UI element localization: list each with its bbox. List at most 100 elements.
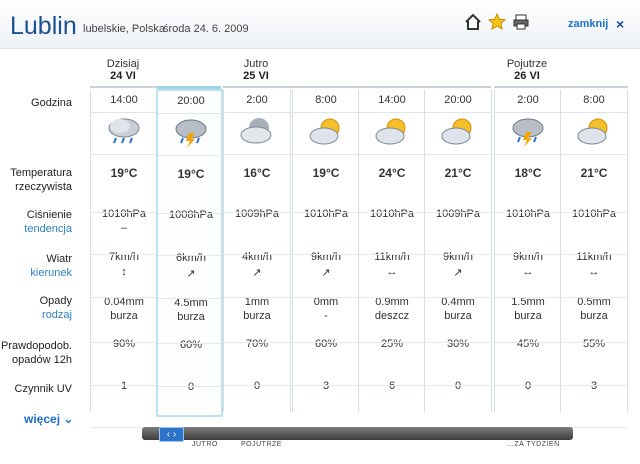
row-divider (495, 385, 561, 386)
slider-tick: POJUTRZE (241, 441, 282, 448)
row-divider (425, 212, 491, 213)
pressure-value: 1010hPa (303, 208, 349, 220)
day-header-tomorrow: Jutro 25 VI (223, 58, 289, 82)
precip-prob: 70% (245, 338, 269, 350)
day-name: Dzisiaj (106, 58, 140, 70)
weather-icon (173, 117, 209, 154)
thunderstorm-icon (512, 118, 544, 147)
weather-icon (308, 116, 344, 153)
uv-index: 0 (253, 380, 261, 392)
close-icon[interactable]: × (616, 16, 624, 32)
row-divider (561, 212, 627, 213)
day-divider (494, 86, 628, 88)
day-date: 26 VI (514, 70, 540, 82)
wind-direction-icon: ↔ (522, 266, 534, 278)
label-precip-line2: rodzaj (42, 309, 72, 321)
partly-sunny-icon (441, 118, 472, 145)
weather-icon (510, 116, 546, 153)
forecast-column[interactable]: 14:00 24°C 1010hPa 11km/h ↔ 0.9mm deszcz 25% 6 (358, 90, 426, 428)
row-divider (224, 297, 290, 298)
row-divider (359, 212, 425, 213)
wind-speed: 9km/h (443, 251, 473, 263)
label-prob: Prawdopodob. opadów 12h (0, 339, 72, 367)
more-label[interactable]: więcej (24, 412, 60, 426)
uv-index: 0 (524, 380, 532, 392)
row-divider (224, 154, 290, 155)
header: Lublin lubelskie, Polska środa 24. 6. 20… (0, 0, 640, 49)
row-divider (224, 385, 290, 386)
label-precip-line1: Opady (39, 295, 72, 307)
day-name: Pojutrze (506, 58, 548, 70)
day-date: 24 VI (110, 70, 136, 82)
weather-icon (106, 116, 142, 153)
row-divider (91, 212, 157, 213)
label-wind: Wiatr kierunek (0, 252, 72, 280)
time-cell: 20:00 (425, 90, 491, 113)
row-divider (91, 342, 157, 343)
star-icon[interactable] (487, 12, 507, 32)
row-divider (561, 297, 627, 298)
home-icon[interactable] (463, 12, 483, 32)
weather-icon (440, 116, 476, 153)
row-divider (293, 212, 359, 213)
temperature-cell: 16°C (243, 166, 271, 180)
precip-type: deszcz (374, 310, 410, 322)
forecast-column[interactable]: 8:00 21°C 1010hPa 11km/h ↔ 0.5mm burza 55% 3 (560, 90, 628, 428)
row-divider (293, 254, 359, 255)
label-temp: Temperatura rzeczywista (0, 166, 72, 194)
wind-direction-icon: ↔ (588, 266, 600, 278)
row-divider (158, 298, 221, 299)
partly-sunny-icon (375, 118, 406, 145)
forecast-column[interactable]: 2:00 18°C 1010hPa 9km/h ↔ 1.5mm burza 45% 0 (494, 90, 562, 428)
uv-index: 1 (120, 380, 128, 392)
forecast-column[interactable]: 2:00 16°C 1009hPa 4km/h ↗ 1mm burza 70% 0 (223, 90, 291, 428)
weather-icon (576, 116, 612, 153)
temperature-cell: 19°C (312, 166, 340, 180)
wind-speed: 7km/h (109, 251, 139, 263)
row-divider (158, 343, 221, 344)
row-divider (293, 154, 359, 155)
label-uv: Czynnik UV (14, 383, 72, 395)
row-divider (224, 212, 290, 213)
precip-prob: 25% (380, 338, 404, 350)
time-slider-track[interactable] (142, 427, 573, 440)
time-cell: 8:00 (561, 90, 627, 113)
uv-index: 3 (590, 380, 598, 392)
pressure-value: 1008hPa (168, 209, 214, 221)
region: lubelskie, Polska (83, 23, 165, 35)
uv-index: 3 (322, 380, 330, 392)
time-slider-handle[interactable]: ‹ › (159, 427, 184, 442)
forecast-column[interactable]: 20:00 19°C 1008hPa 6km/h ↗ 4.5mm burza 60% 0 (156, 89, 224, 429)
wind-direction-icon: ↗ (186, 268, 196, 280)
row-divider (425, 385, 491, 386)
weather-icon (374, 116, 410, 153)
row-divider (293, 297, 359, 298)
forecast-column[interactable]: 20:00 21°C 1009hPa 9km/h ↗ 0.4mm burza 30% 0 (424, 90, 492, 428)
temperature-cell: 19°C (110, 166, 138, 180)
wind-direction-icon: ↗ (453, 267, 463, 279)
day-header-today: Dzisiaj 24 VI (90, 58, 156, 82)
row-divider (425, 254, 491, 255)
label-prob-line1: Prawdopodob. (1, 340, 72, 352)
label-pressure-line2: tendencja (24, 223, 72, 235)
precip-type: burza (243, 310, 271, 322)
more-link[interactable]: więcej ⌄ (24, 412, 73, 426)
chevron-down-icon[interactable]: ⌄ (63, 412, 73, 426)
row-divider (158, 255, 221, 256)
wind-speed: 6km/h (176, 252, 206, 264)
row-divider (91, 254, 157, 255)
row-divider (293, 342, 359, 343)
precip-prob: 55% (582, 338, 606, 350)
forecast-column[interactable]: 8:00 19°C 1010hPa 9km/h ↗ 0mm -60% 3 (292, 90, 360, 428)
row-divider (158, 155, 221, 156)
row-divider (495, 342, 561, 343)
forecast-column[interactable]: 14:00 19°C 1010hPa –7km/h ↕ 0.04mm burza 90% 1 (90, 90, 158, 428)
label-time: Godzina (31, 97, 72, 109)
printer-icon[interactable] (511, 12, 531, 32)
label-pressure-line1: Ciśnienie (26, 209, 72, 221)
pressure-value: 1009hPa (435, 208, 481, 220)
precip-type: burza (580, 310, 608, 322)
row-divider (224, 342, 290, 343)
pressure-tendency: – (120, 222, 128, 234)
close-button[interactable]: zamknij (568, 18, 608, 30)
